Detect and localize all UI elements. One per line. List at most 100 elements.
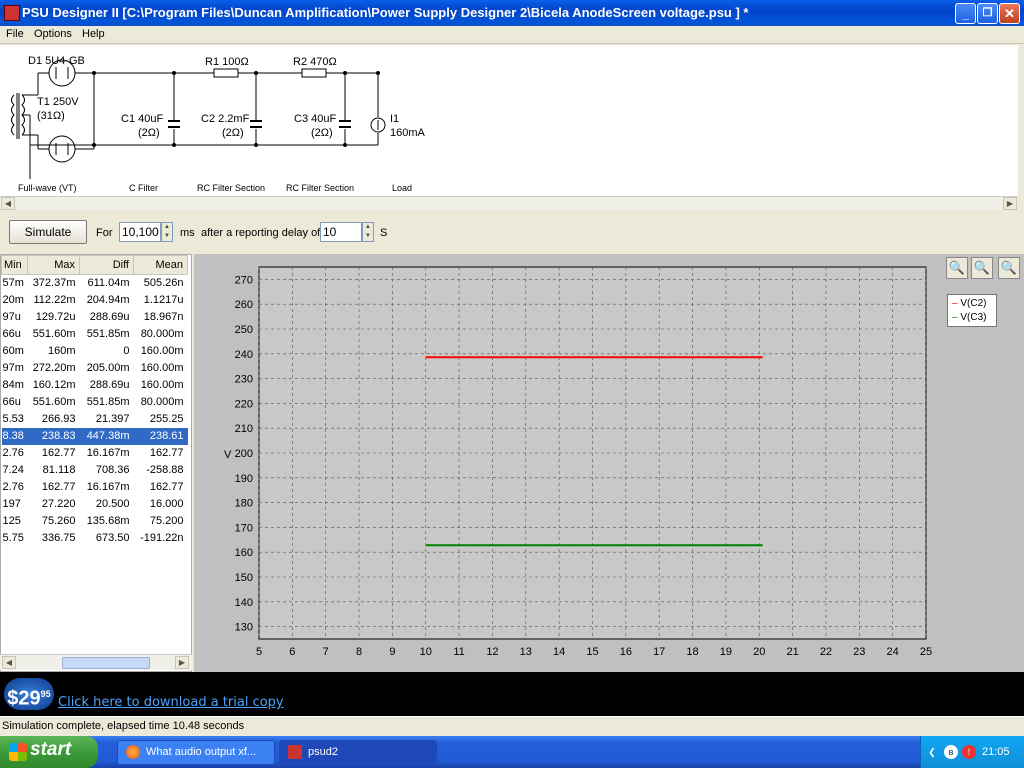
price-text: $29	[7, 687, 41, 710]
table-row[interactable]: 5.53 266.93 21.397 255.25	[2, 411, 188, 428]
table-cell: 162.77	[41, 481, 76, 493]
tray-expand-icon[interactable]: ❮	[925, 745, 939, 759]
zoom-in-icon[interactable]: 🔍	[946, 257, 968, 279]
y-tick-label: 170	[235, 522, 253, 534]
table-row[interactable]: 2.76 162.77 16.167m 162.77	[2, 479, 188, 496]
table-row[interactable]: 57m 372.37m 611.04m 505.26n	[2, 275, 188, 292]
y-tick-label: 180	[235, 498, 253, 510]
table-cell: 16.167m	[86, 481, 130, 493]
table-cell: 2.76	[2, 481, 24, 493]
scroll-left-icon[interactable]: ◀	[1, 197, 15, 210]
tray-bluetooth-icon[interactable]: ʙ	[944, 745, 958, 759]
table-cell: 125	[2, 515, 21, 527]
y-tick-label: 190	[235, 473, 253, 485]
table-cell: 60m	[2, 345, 24, 357]
table-cell: 160m	[47, 345, 76, 357]
simulate-button[interactable]: Simulate	[9, 220, 87, 244]
table-row[interactable]: 197 27.220 20.500 16.000	[2, 496, 188, 513]
legend-item-vc2: – V(C2)	[952, 298, 987, 309]
table-scroll-right-icon[interactable]: ▶	[175, 656, 189, 669]
results-table-panel[interactable]: Min Max Diff Mean 57m 372.37m 611.04m 505.26n 2…	[0, 254, 192, 672]
table-cell: 80.000m	[140, 396, 184, 408]
x-tick-label: 21	[786, 646, 798, 658]
firefox-icon	[126, 745, 140, 759]
table-scroll-thumb[interactable]	[62, 657, 150, 669]
delay-input[interactable]: 10	[320, 222, 362, 242]
schematic-vscroll[interactable]	[1018, 45, 1024, 210]
table-cell: 135.68m	[86, 515, 130, 527]
y-tick-label: 250	[235, 324, 253, 336]
table-row[interactable]: 8.38 238.83 447.38m 238.61	[1, 427, 188, 445]
title-bar[interactable]: PSU Designer II [C:\Program Files\Duncan…	[0, 0, 1024, 26]
tray-security-icon[interactable]: !	[962, 745, 976, 759]
table-row[interactable]: 66u 551.60m 551.85m 80.000m	[2, 326, 188, 343]
table-hscroll[interactable]: ◀ ▶	[0, 654, 192, 670]
duration-input[interactable]: 10,100	[119, 222, 161, 242]
minimize-button[interactable]: _	[955, 3, 976, 24]
table-cell: 129.72u	[35, 311, 76, 323]
ad-download-link[interactable]: Click here to download a trial copy	[58, 695, 284, 710]
table-cell: 372.37m	[32, 277, 76, 290]
ms-label: ms	[180, 227, 195, 239]
table-row[interactable]: 97m 272.20m 205.00m 160.00m	[2, 360, 188, 377]
task-firefox[interactable]: What audio output xf...	[117, 740, 275, 765]
label-i1: I1	[390, 113, 400, 125]
x-tick-label: 19	[720, 646, 732, 658]
table-row[interactable]: 60m 160m 0 160.00m	[2, 343, 188, 360]
price-cents: 95	[40, 689, 51, 699]
table-row[interactable]: 20m 112.22m 204.94m 1.1217u	[2, 292, 188, 309]
table-scroll-left-icon[interactable]: ◀	[2, 656, 16, 669]
zoom-reset-icon[interactable]: 🔍	[998, 257, 1020, 279]
table-row[interactable]: 66u 551.60m 551.85m 80.000m	[2, 394, 188, 411]
table-cell: -258.88	[146, 464, 184, 476]
schematic-hscroll[interactable]: ◀ ▶	[0, 196, 1018, 210]
y-tick-label: 230	[235, 374, 253, 386]
column-header-mean[interactable]: Mean	[133, 255, 188, 275]
table-cell: 80.000m	[140, 328, 184, 340]
table-cell: 21.397	[95, 413, 130, 425]
close-button[interactable]: ✕	[999, 3, 1020, 24]
price-badge[interactable]: $2995	[4, 678, 54, 710]
table-cell: 162.77	[149, 481, 184, 493]
scroll-right-icon[interactable]: ▶	[1003, 197, 1017, 210]
table-row[interactable]: 97u 129.72u 288.69u 18.967n	[2, 309, 188, 326]
table-cell: 66u	[2, 328, 21, 340]
delay-label: after a reporting delay of	[201, 227, 321, 239]
menu-options[interactable]: Options	[34, 28, 72, 40]
x-tick-label: 8	[356, 646, 362, 658]
table-row[interactable]: 2.76 162.77 16.167m 162.77	[2, 445, 188, 462]
label-d1: D1 5U4-GB	[28, 55, 85, 67]
x-tick-label: 10	[420, 646, 432, 658]
table-cell: 66u	[2, 396, 21, 408]
table-row[interactable]: 5.75 336.75 673.50 -191.22n	[2, 530, 188, 547]
legend-label-vc2: V(C2)	[960, 298, 987, 309]
column-header-min[interactable]: Min	[1, 255, 28, 275]
duration-spinner[interactable]: ▲ ▼	[161, 222, 173, 242]
schematic-panel[interactable]: D1 5U4-GB T1 250V (31Ω) R1 100Ω R2 470Ω …	[0, 45, 1018, 197]
label-r2: R2 470Ω	[293, 56, 337, 68]
table-cell: 505.26n	[143, 277, 184, 290]
table-cell: 336.75	[41, 532, 76, 544]
label-t1: T1 250V	[37, 96, 79, 108]
column-header-diff[interactable]: Diff	[79, 255, 134, 275]
table-row[interactable]: 7.24 81.118 708.36 -258.88	[2, 462, 188, 479]
task-psud2[interactable]: psud2	[279, 740, 437, 765]
menu-help[interactable]: Help	[82, 28, 105, 40]
table-row[interactable]: 125 75.260 135.68m 75.200	[2, 513, 188, 530]
label-r1: R1 100Ω	[205, 56, 249, 68]
table-cell: 5.75	[2, 532, 24, 544]
table-cell: 7.24	[2, 464, 24, 476]
column-header-max[interactable]: Max	[27, 255, 80, 275]
zoom-out-icon[interactable]: 🔍	[971, 257, 993, 279]
restore-button[interactable]: ❐	[977, 3, 998, 24]
table-row[interactable]: 84m 160.12m 288.69u 160.00m	[2, 377, 188, 394]
x-tick-label: 5	[256, 646, 262, 658]
delay-spinner[interactable]: ▲ ▼	[362, 222, 374, 242]
menu-file[interactable]: File	[6, 28, 24, 40]
section-c-filter: C Filter	[129, 183, 158, 193]
x-tick-label: 23	[853, 646, 865, 658]
y-tick-label: 200	[235, 448, 253, 460]
table-cell: 97m	[2, 362, 24, 374]
transformer-primary	[11, 94, 15, 136]
table-cell: 160.12m	[32, 379, 76, 391]
